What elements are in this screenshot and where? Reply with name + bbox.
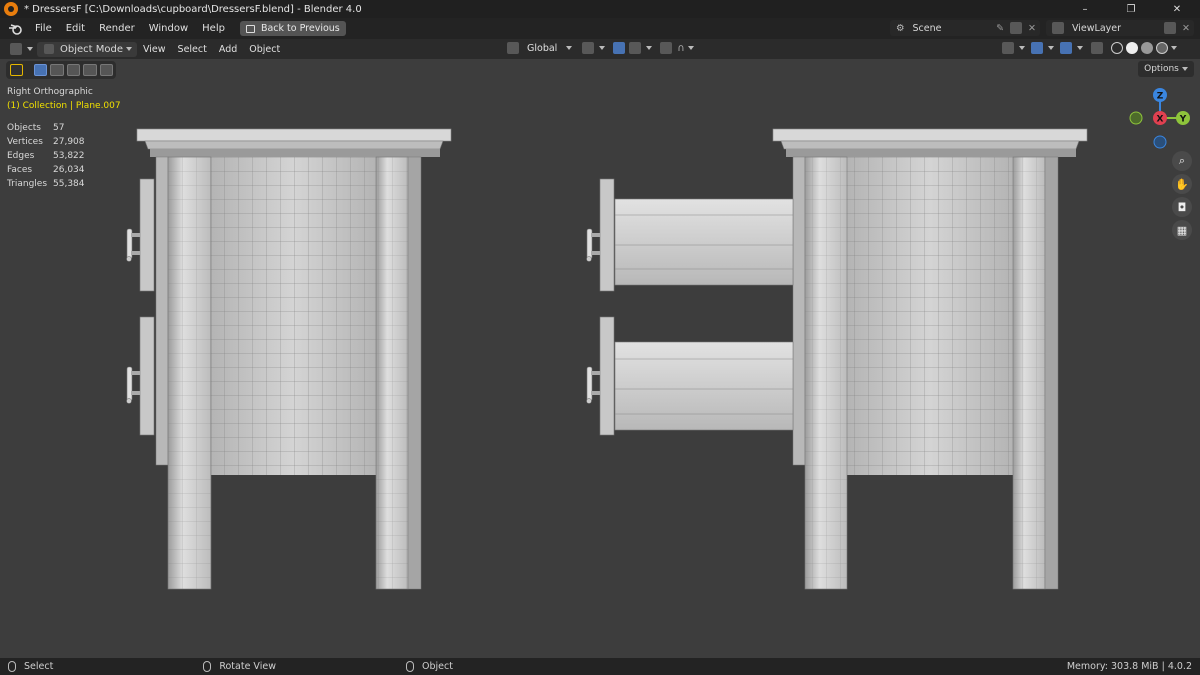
status-bar: Select Rotate View Object Memory: 303.8 … [0, 658, 1200, 675]
rendered-shading-icon[interactable] [1156, 42, 1168, 54]
pan-hand-icon[interactable]: ✋ [1172, 174, 1192, 194]
status-select: Select [24, 661, 54, 672]
menu-file[interactable]: File [28, 23, 59, 34]
gizmo-neg-y-axis[interactable] [1129, 111, 1143, 125]
gizmo-icon[interactable] [1031, 42, 1043, 54]
menu-object[interactable]: Object [243, 44, 286, 55]
navigation-gizmo[interactable]: Z Y X [1129, 88, 1190, 149]
status-rotate: Rotate View [219, 661, 276, 672]
scene-label: Scene [912, 22, 942, 34]
scene-render: Z Y X [126, 88, 1190, 590]
scene-icon: ⚙ [896, 22, 905, 34]
overlay-icon[interactable] [1060, 42, 1072, 54]
pin-icon[interactable]: ✎ [996, 23, 1004, 34]
zoom-icon[interactable]: ⌕ [1172, 151, 1192, 171]
scene-selector[interactable]: ⚙ Scene ✎ ✕ [890, 20, 1040, 36]
remove-viewlayer-icon[interactable]: ✕ [1182, 23, 1190, 34]
title-bar: * DressersF [C:\Downloads\cupboard\Dress… [0, 0, 1200, 18]
back-to-previous-button[interactable]: Back to Previous [239, 21, 346, 36]
menu-add[interactable]: Add [213, 44, 243, 55]
minimize-button[interactable]: – [1062, 0, 1108, 18]
menu-help[interactable]: Help [195, 23, 232, 34]
xray-icon[interactable] [1091, 42, 1103, 54]
solid-shading-icon[interactable] [1126, 42, 1138, 54]
orientation-icon [507, 42, 519, 54]
mouse-right-icon [405, 661, 414, 672]
viewport-header: Object Mode View Select Add Object Globa… [0, 39, 1200, 59]
mouse-left-icon [8, 661, 16, 672]
menu-bar: File Edit Render Window Help Back to Pre… [0, 18, 1200, 39]
memory-info: Memory: 303.8 MiB | 4.0.2 [1066, 661, 1192, 672]
menu-render[interactable]: Render [92, 23, 142, 34]
viewlayer-selector[interactable]: ViewLayer ✕ [1046, 20, 1194, 36]
proportional-edit-icon[interactable] [660, 42, 673, 54]
remove-scene-icon[interactable]: ✕ [1028, 23, 1036, 34]
editor-type-icon[interactable] [10, 43, 22, 55]
new-viewlayer-icon[interactable] [1164, 22, 1177, 34]
visibility-icon[interactable] [1002, 42, 1014, 54]
viewlayer-label: ViewLayer [1072, 22, 1122, 34]
snap-icon[interactable] [613, 42, 626, 54]
falloff-icon[interactable]: ∩ [677, 43, 684, 54]
3d-viewport[interactable]: Options Right Orthographic (1) Collectio… [0, 59, 1200, 658]
window-icon [245, 24, 255, 33]
gizmo-z-label: Z [1157, 92, 1164, 102]
mouse-middle-icon [203, 661, 212, 672]
blender-menu-icon[interactable] [8, 23, 24, 35]
grid-toggle-icon[interactable]: ▦ [1172, 220, 1192, 240]
menu-window[interactable]: Window [142, 23, 195, 34]
shading-controls [1000, 42, 1177, 54]
dresser-left[interactable] [126, 128, 452, 590]
menu-edit[interactable]: Edit [59, 23, 92, 34]
wireframe-shading-icon[interactable] [1111, 42, 1123, 54]
camera-icon[interactable]: ◘ [1172, 197, 1192, 217]
orientation-selector[interactable]: Global [521, 43, 563, 54]
menu-view[interactable]: View [137, 44, 172, 55]
gizmo-neg-z-axis[interactable] [1153, 135, 1167, 149]
object-mode-icon [44, 44, 54, 54]
dresser-right[interactable] [586, 128, 1088, 590]
gizmo-y-label: Y [1179, 115, 1187, 125]
menu-select[interactable]: Select [172, 44, 213, 55]
status-object: Object [421, 661, 453, 672]
mode-selector[interactable]: Object Mode [37, 41, 137, 57]
snap-target-icon[interactable] [629, 42, 642, 54]
new-scene-icon[interactable] [1010, 22, 1023, 34]
gizmo-x-label: X [1157, 115, 1164, 125]
transform-controls: Global ∩ [505, 42, 694, 54]
material-shading-icon[interactable] [1141, 42, 1153, 54]
back-to-previous-label: Back to Previous [260, 23, 340, 34]
maximize-button[interactable]: ❐ [1108, 0, 1154, 18]
close-button[interactable]: ✕ [1154, 0, 1200, 18]
mode-label: Object Mode [60, 43, 123, 55]
pivot-icon[interactable] [582, 42, 595, 54]
blender-logo-icon [4, 2, 18, 16]
viewlayer-icon [1052, 22, 1064, 34]
window-title: * DressersF [C:\Downloads\cupboard\Dress… [24, 3, 362, 15]
